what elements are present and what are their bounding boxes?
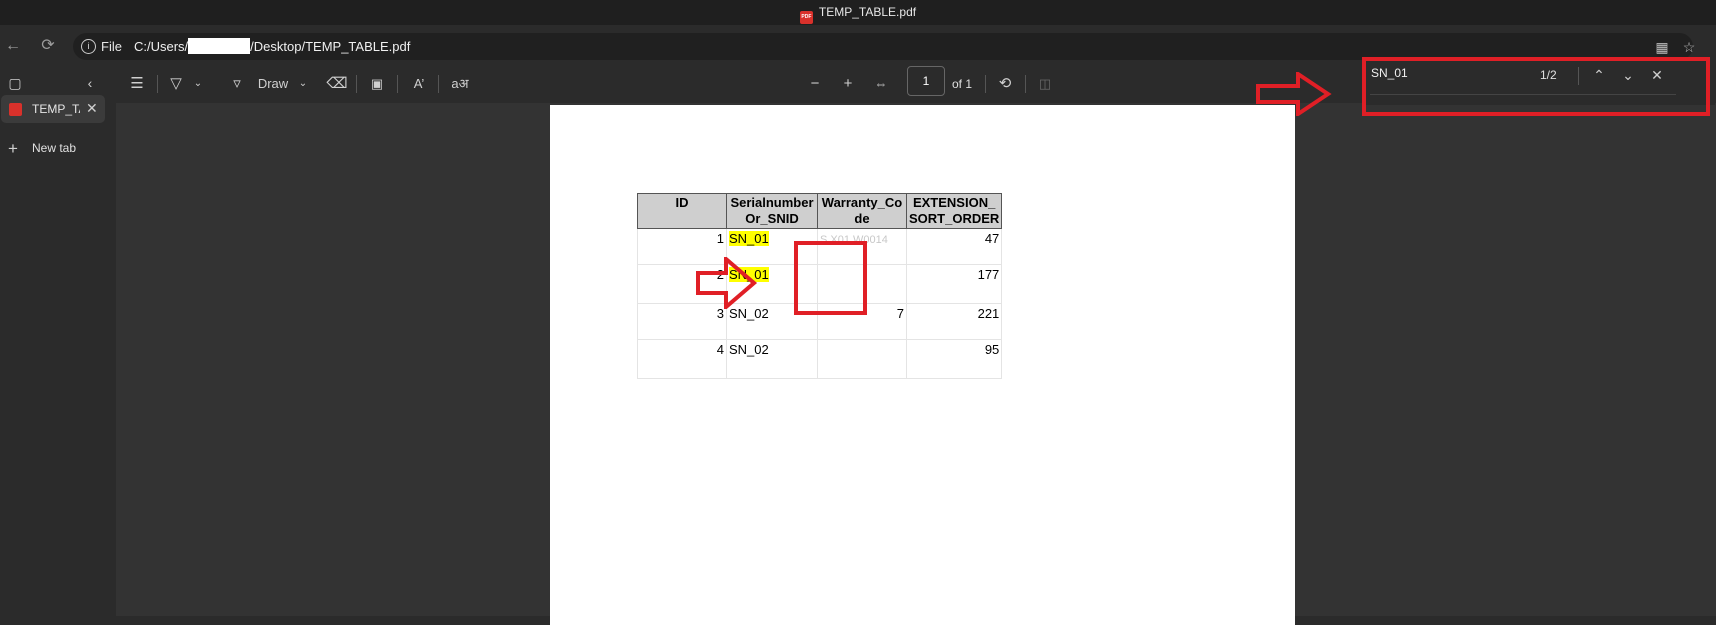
highlight-dropdown-icon[interactable]: ⌄ (192, 72, 204, 96)
window-title: PDF TEMP_TABLE.pdf (0, 5, 1716, 24)
cell-warranty (817, 339, 907, 379)
header-serial: Serialnumber Or_SNID (726, 193, 818, 229)
header-id: ID (637, 193, 727, 229)
annotation-box-find-bar (1362, 57, 1710, 116)
cell-ext: 177 (905, 264, 1003, 304)
annotation-arrow-table (696, 257, 758, 309)
fit-to-width-icon[interactable]: ⇔ (870, 72, 892, 96)
eraser-icon[interactable]: ⌫ (326, 72, 348, 96)
cell-ext: 95 (905, 339, 1003, 379)
toolbar-divider (397, 75, 398, 93)
pdf-file-icon: PDF (799, 11, 813, 24)
toolbar-divider (157, 75, 158, 93)
zoom-out-icon[interactable]: − (804, 72, 826, 96)
cell-id: 4 (637, 339, 727, 379)
close-tab-icon[interactable]: ✕ (86, 100, 98, 117)
info-icon[interactable]: i (81, 39, 96, 54)
draw-dropdown-icon[interactable]: ⌄ (297, 72, 309, 96)
cell-ext: 221 (905, 303, 1003, 340)
warranty-partial-text: 7 (896, 306, 904, 321)
url-suffix: /Desktop/TEMP_TABLE.pdf (250, 39, 411, 54)
pdf-page: ID Serialnumber Or_SNID Warranty_Co de E… (550, 105, 1295, 625)
window-title-text: TEMP_TABLE.pdf (818, 5, 917, 19)
read-aloud-icon[interactable]: ▦ (1651, 36, 1673, 58)
tab-label: TEMP_TABLE.pdf (32, 102, 80, 116)
text-box-icon[interactable]: ▣ (366, 72, 388, 96)
tab-temp-table[interactable]: TEMP_TABLE.pdf ✕ (1, 95, 105, 123)
annotation-box-matches (794, 241, 867, 315)
redacted-username (188, 38, 251, 54)
draw-label[interactable]: Draw (253, 72, 293, 96)
rotate-icon[interactable]: ⟲ (994, 72, 1016, 96)
address-url[interactable]: C:/Users/ /Desktop/TEMP_TABLE.pdf (134, 38, 410, 54)
pdf-tab-icon (9, 103, 22, 116)
table-of-contents-icon[interactable]: ☰ (126, 72, 148, 96)
file-scheme-label: File (101, 39, 122, 54)
cell-ext: 47 (905, 228, 1003, 265)
new-tab-button[interactable]: + New tab (8, 139, 76, 159)
toolbar-divider (1025, 75, 1026, 93)
toolbar-divider (356, 75, 357, 93)
cell-serial: SN_02 (726, 339, 818, 379)
page-number-input[interactable]: 1 (907, 66, 945, 96)
redacted-warranty (820, 342, 892, 372)
new-tab-label: New tab (32, 141, 77, 155)
toolbar-divider (985, 75, 986, 93)
zoom-in-icon[interactable]: + (837, 72, 859, 96)
back-arrow-icon[interactable]: ← (1, 34, 25, 58)
translate-icon[interactable]: aअ (448, 72, 472, 96)
search-match-highlight: SN_01 (729, 231, 769, 246)
plus-icon: + (8, 139, 18, 158)
header-warranty: Warranty_Co de (817, 193, 907, 229)
toolbar-divider (438, 75, 439, 93)
draw-icon[interactable]: ▿ (227, 72, 247, 96)
highlight-icon[interactable]: ▽ (166, 72, 186, 96)
url-prefix: C:/Users/ (134, 39, 189, 54)
table-header-row: ID Serialnumber Or_SNID Warranty_Co de E… (637, 193, 1003, 229)
page-view-icon[interactable]: ◫ (1034, 72, 1056, 96)
refresh-icon[interactable]: ⟳ (36, 34, 60, 58)
favorite-star-icon[interactable]: ☆ (1678, 36, 1700, 58)
annotation-arrow-find (1256, 72, 1332, 116)
table-row: 4 SN_02 95 (637, 339, 1003, 379)
collapse-sidebar-icon[interactable]: ‹ (80, 73, 100, 93)
tab-actions-icon[interactable]: ▢ (5, 73, 25, 93)
title-bar: PDF TEMP_TABLE.pdf (0, 0, 1716, 25)
header-extension: EXTENSION_ SORT_ORDER (905, 193, 1003, 229)
address-bar[interactable]: i File C:/Users//Desktop/TEMP_TABLE.pdf … (73, 33, 1695, 60)
page-total: of 1 (952, 77, 973, 91)
vertical-tabs-sidebar: ▢ ‹ TEMP_TABLE.pdf ✕ + New tab (0, 67, 116, 616)
pdf-viewer-canvas[interactable]: ID Serialnumber Or_SNID Warranty_Co de E… (116, 103, 1716, 625)
read-aloud-icon[interactable]: A’ (408, 72, 430, 96)
